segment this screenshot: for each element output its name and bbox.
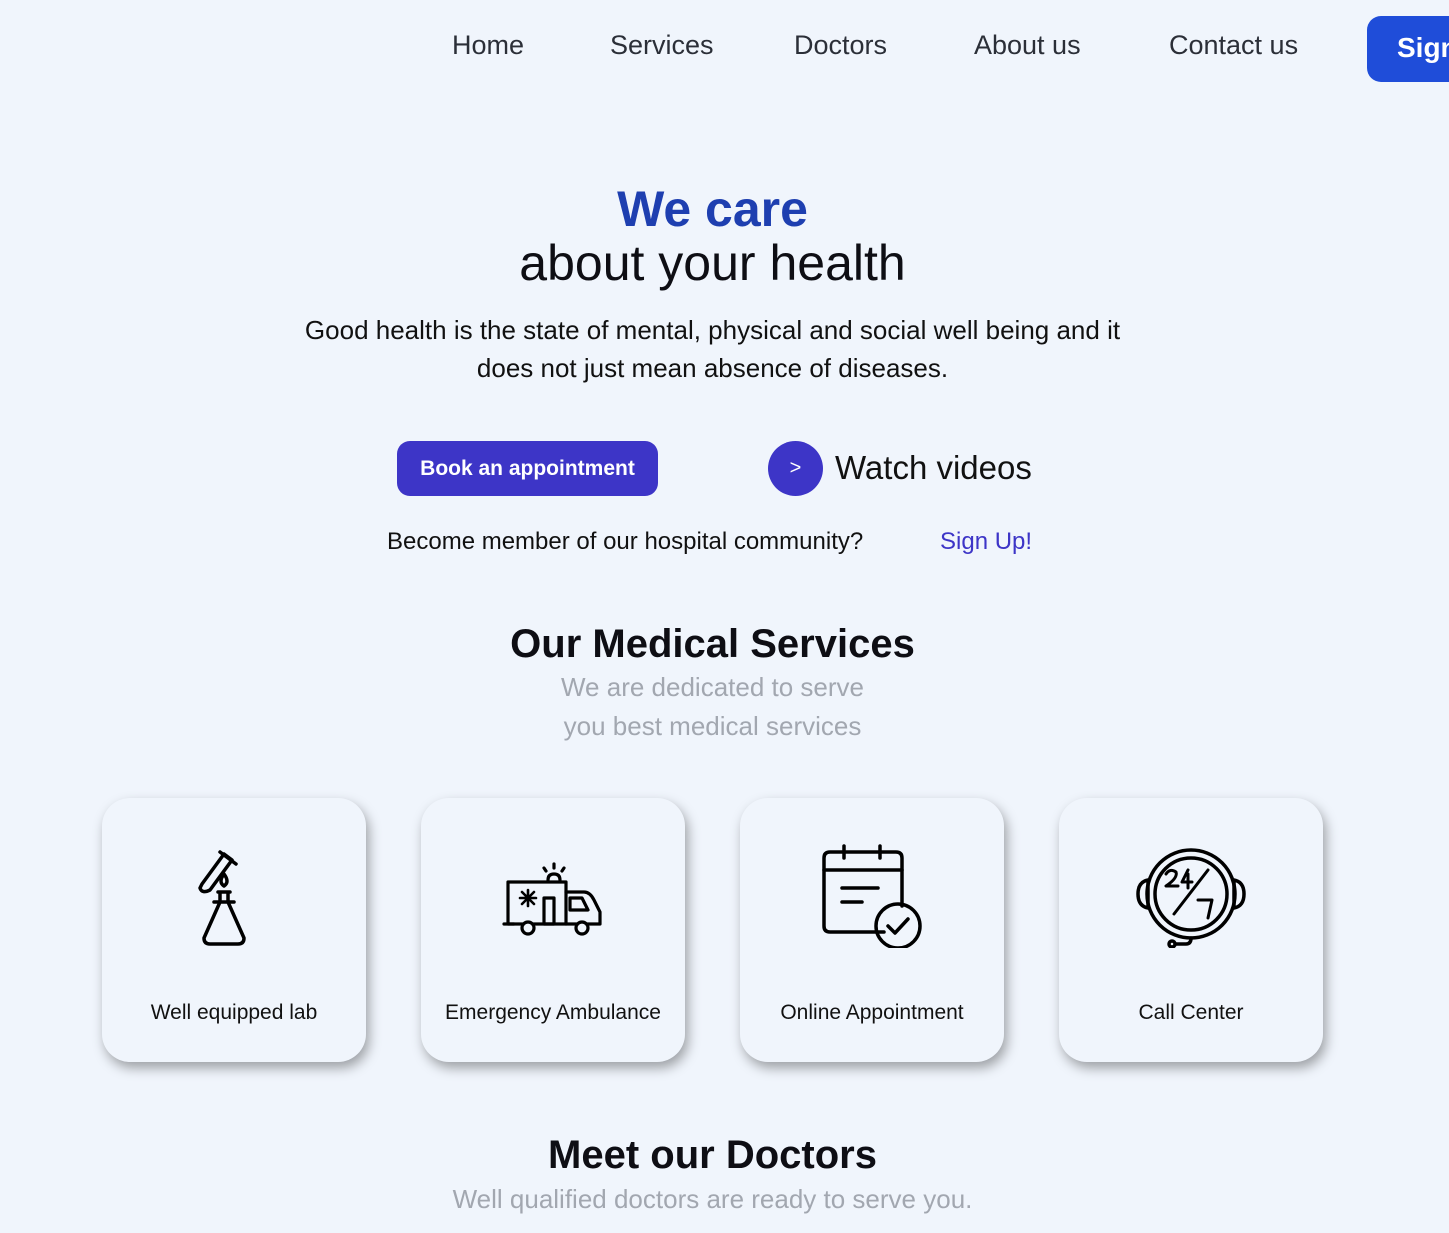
doctors-title: Meet our Doctors	[548, 1133, 877, 1177]
service-card-ambulance[interactable]: Emergency Ambulance	[421, 798, 685, 1062]
nav-contact-link[interactable]: Contact us	[1169, 30, 1298, 61]
service-card-lab[interactable]: Well equipped lab	[102, 798, 366, 1062]
top-navigation: Home Services Doctors About us Contact u…	[0, 0, 1449, 96]
service-card-label: Emergency Ambulance	[445, 1001, 661, 1024]
service-card-appointment[interactable]: Online Appointment	[740, 798, 1004, 1062]
services-subtitle-line1: We are dedicated to serve	[560, 672, 865, 702]
hero-title: about your health	[519, 235, 906, 291]
headset-24-7-icon	[1136, 848, 1246, 948]
nav-doctors-link[interactable]: Doctors	[794, 30, 887, 61]
services-subtitle-line2: you best medical services	[563, 711, 862, 741]
hero-description: Good health is the state of mental, phys…	[304, 315, 1121, 383]
play-icon[interactable]: >	[768, 441, 823, 496]
watch-videos-link[interactable]: Watch videos	[835, 449, 1032, 487]
book-appointment-button[interactable]: Book an appointment	[397, 441, 658, 496]
nav-home-link[interactable]: Home	[452, 30, 524, 61]
service-card-label: Call Center	[1138, 1001, 1244, 1024]
service-card-label: Online Appointment	[780, 1001, 964, 1024]
nav-services-link[interactable]: Services	[610, 30, 714, 61]
sign-up-link[interactable]: Sign Up!	[940, 528, 1032, 556]
membership-prompt: Become member of our hospital community?	[387, 528, 864, 555]
ambulance-icon	[502, 862, 602, 936]
doctors-subtitle: Well qualified doctors are ready to serv…	[452, 1184, 973, 1214]
calendar-check-icon	[822, 844, 922, 948]
sign-in-button[interactable]: Sign	[1367, 16, 1449, 82]
nav-about-link[interactable]: About us	[974, 30, 1081, 61]
lab-flask-icon	[198, 850, 246, 946]
service-card-label: Well equipped lab	[150, 1001, 318, 1024]
services-title: Our Medical Services	[510, 622, 915, 666]
service-card-call-center[interactable]: Call Center	[1059, 798, 1323, 1062]
hero-title-highlight: We care	[617, 181, 808, 237]
